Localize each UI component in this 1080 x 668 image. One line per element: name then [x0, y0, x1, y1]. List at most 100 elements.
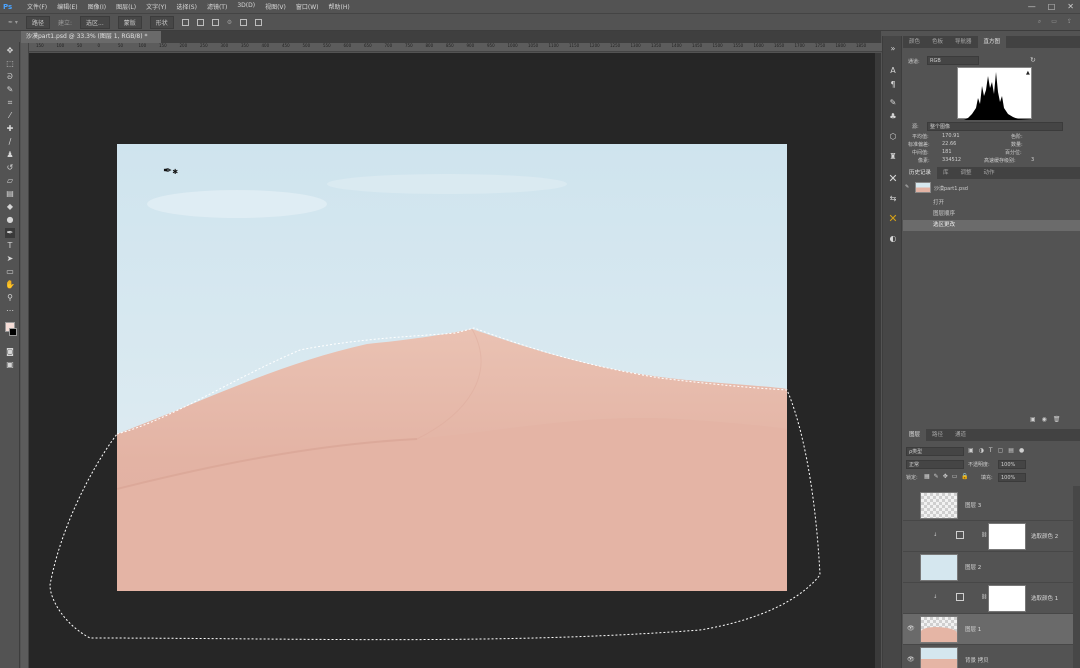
tab-history[interactable]: 历史记录	[903, 167, 938, 179]
paragraph-panel-icon[interactable]: ¶	[888, 80, 898, 90]
collapsed-panel-icons: » A ¶ ✎ ♣ ⬡ ♜ ✕ ⇆ ✕ ◐	[882, 36, 902, 668]
history-source-brush-icon[interactable]: ✎	[905, 184, 909, 190]
tab-channels[interactable]: 通道	[949, 429, 972, 441]
history-footer: ▣ ◉ 🗑	[1030, 416, 1061, 423]
layer-name[interactable]: 选取颜色 1	[1031, 594, 1058, 602]
stat-count-label: 数量:	[1011, 142, 1023, 148]
stat-median-value: 181	[942, 149, 952, 155]
layer-row[interactable]: 👁 背景 拷贝	[903, 645, 1073, 668]
fill-input[interactable]: 100%	[998, 473, 1026, 482]
lock-transparent-icon[interactable]: ▦	[924, 473, 930, 480]
layer-filter-select[interactable]: ρ类型	[906, 447, 964, 456]
channel-select[interactable]: RGB	[927, 56, 979, 65]
stat-level-label: 色阶:	[1011, 134, 1023, 140]
histogram-graph: ▲	[957, 67, 1033, 120]
3d-panel-icon[interactable]: ⬡	[888, 132, 898, 142]
filter-shape-icon[interactable]: ▢	[998, 447, 1004, 454]
lock-all-icon[interactable]: 🔒	[961, 473, 968, 480]
histogram-curve	[958, 72, 1033, 120]
stat-stddev-label: 标准偏差:	[908, 142, 930, 148]
layer-name[interactable]: 图层 2	[965, 563, 981, 571]
new-document-from-state-icon[interactable]: ▣	[1030, 416, 1036, 423]
history-item-layer-order[interactable]: 图层顺序	[903, 209, 1080, 220]
tab-navigator[interactable]: 导航器	[949, 36, 978, 48]
layer-name[interactable]: 图层 1	[965, 625, 981, 633]
lock-icons: ▦ ✎ ✥ ▭ 🔒	[924, 473, 969, 480]
adjustment-layer-icon	[956, 531, 964, 539]
layer-thumbnail[interactable]	[920, 554, 958, 581]
opacity-input[interactable]: 100%	[998, 460, 1026, 469]
stat-mean-value: 170.91	[942, 133, 960, 139]
filter-smart-icon[interactable]: ▤	[1008, 447, 1014, 454]
stat-stddev-value: 22.66	[942, 141, 957, 147]
lock-label: 锁定:	[906, 475, 918, 481]
stat-mean-label: 平均值:	[912, 134, 929, 140]
filter-adjustment-icon[interactable]: ◑	[979, 447, 984, 454]
layer-name[interactable]: 选取颜色 2	[1031, 532, 1058, 540]
layer-row[interactable]: 图层 2	[903, 552, 1073, 583]
clipping-arrow-icon: ↓	[933, 532, 938, 538]
stat-cache-value: 3	[1031, 157, 1035, 163]
snapshot-thumbnail[interactable]	[915, 182, 931, 193]
layer-row[interactable]: 图层 3	[903, 490, 1073, 521]
clone-source-icon[interactable]: ♣	[888, 112, 898, 122]
fill-label: 填充:	[981, 475, 993, 481]
lock-position-icon[interactable]: ✥	[943, 473, 948, 480]
layer-thumbnail[interactable]	[920, 492, 958, 519]
layer-thumbnail[interactable]	[920, 647, 958, 668]
tab-paths[interactable]: 路径	[926, 429, 949, 441]
layer-name[interactable]: 背景 拷贝	[965, 656, 989, 664]
eye-icon[interactable]	[907, 501, 915, 509]
panel-collapse-icon[interactable]: »	[888, 44, 898, 54]
character-panel-icon[interactable]: A	[888, 66, 898, 76]
layer-mask-thumbnail[interactable]	[988, 585, 1026, 612]
plugin-icon[interactable]: ✕	[888, 213, 898, 224]
stat-pixels-label: 像素:	[918, 158, 930, 164]
adjustments-icon[interactable]: ⇆	[888, 194, 898, 204]
layer-name[interactable]: 图层 3	[965, 501, 981, 509]
refresh-icon[interactable]: ↻	[1030, 56, 1036, 64]
eye-icon[interactable]: 👁	[907, 656, 915, 664]
filter-type-icon[interactable]: T	[989, 447, 993, 454]
layers-scrollbar[interactable]	[1073, 486, 1080, 668]
tab-color[interactable]: 颜色	[903, 36, 926, 48]
tab-swatches[interactable]: 色板	[926, 36, 949, 48]
properties-panel-icon[interactable]: ♜	[888, 152, 898, 162]
tab-histogram[interactable]: 直方图	[977, 36, 1007, 48]
layers-panel-tabs: 图层 路径 通道	[903, 429, 1080, 441]
source-select[interactable]: 整个图像	[927, 122, 1063, 131]
layer-thumbnail[interactable]	[920, 616, 958, 643]
link-icon[interactable]: ⛓	[981, 532, 987, 538]
eye-icon[interactable]	[907, 532, 915, 540]
layer-row[interactable]: ⛓ ↓ 选取颜色 1	[903, 583, 1073, 614]
channel-label: 通道:	[908, 59, 920, 65]
tab-libraries[interactable]: 库	[937, 167, 955, 179]
eye-icon[interactable]	[907, 563, 915, 571]
history-item-selection-change[interactable]: 选区更改	[903, 220, 1080, 231]
lock-paint-icon[interactable]: ✎	[934, 473, 939, 480]
layer-mask-thumbnail[interactable]	[988, 523, 1026, 550]
filter-pixel-icon[interactable]: ▣	[968, 447, 974, 454]
lock-artboard-icon[interactable]: ▭	[952, 473, 958, 480]
link-icon[interactable]: ⛓	[981, 594, 987, 600]
tab-adjustments[interactable]: 调整	[955, 167, 978, 179]
eye-icon[interactable]	[907, 594, 915, 602]
layer-row[interactable]: 👁 图层 1	[903, 614, 1073, 645]
source-label: 源:	[912, 124, 919, 130]
tool-presets-icon[interactable]: ✕	[888, 173, 898, 184]
color-wheel-icon[interactable]: ◐	[888, 234, 898, 244]
layer-row[interactable]: ⛓ ↓ 选取颜色 2	[903, 521, 1073, 552]
camera-icon[interactable]: ◉	[1042, 416, 1047, 423]
histogram-panel-tabs: 颜色 色板 导航器 直方图	[903, 36, 1080, 48]
history-item-open[interactable]: 打开	[903, 198, 1080, 209]
history-panel-tabs: 历史记录 库 调整 动作	[903, 167, 1080, 179]
brush-presets-icon[interactable]: ✎	[888, 98, 898, 108]
tab-layers[interactable]: 图层	[903, 429, 927, 441]
snapshot-name[interactable]: 沙漠part1.psd	[934, 185, 968, 192]
trash-icon[interactable]: 🗑	[1053, 416, 1061, 423]
filter-toggle-icon[interactable]: ●	[1019, 447, 1024, 454]
tab-actions[interactable]: 动作	[978, 167, 1001, 179]
eye-icon[interactable]: 👁	[907, 625, 915, 633]
adjustment-layer-icon	[956, 593, 964, 601]
blend-mode-select[interactable]: 正常	[906, 460, 964, 469]
